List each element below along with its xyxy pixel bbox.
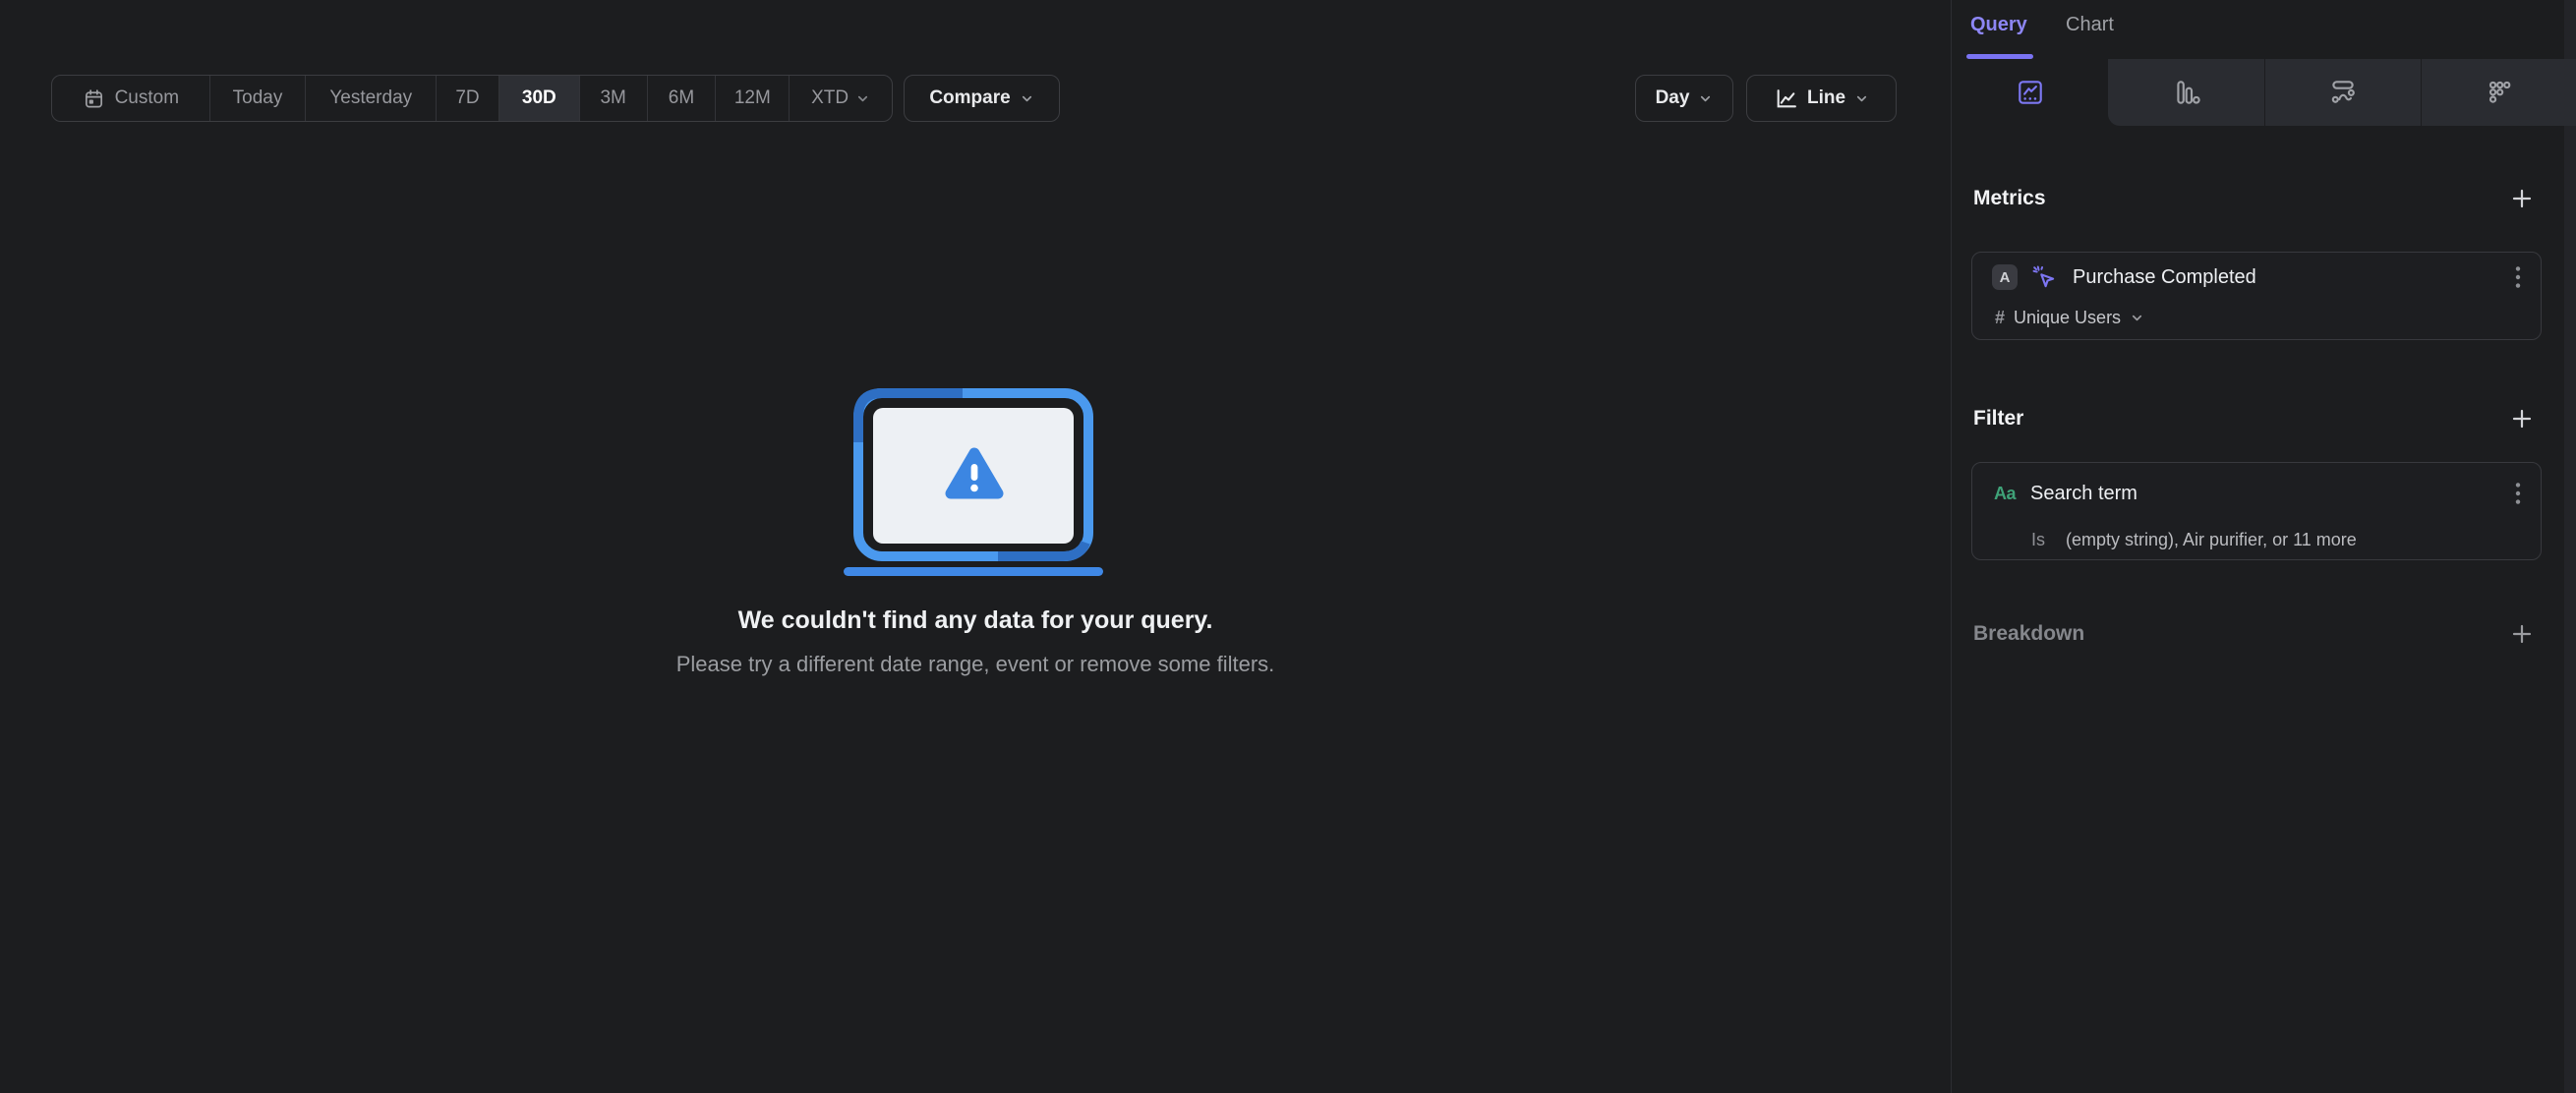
sidebar-tab-bar: Query Chart bbox=[1952, 0, 2576, 59]
insights-icon bbox=[2018, 81, 2042, 104]
filter-menu-button[interactable] bbox=[2505, 479, 2531, 508]
date-range-label: Custom bbox=[114, 87, 180, 108]
date-range-12m[interactable]: 12M bbox=[716, 76, 790, 121]
view-type-tabs bbox=[1952, 59, 2576, 126]
metrics-heading: Metrics bbox=[1973, 187, 2046, 209]
date-range-label: Yesterday bbox=[329, 87, 413, 108]
plus-icon bbox=[2512, 409, 2532, 429]
granularity-label: Day bbox=[1655, 87, 1690, 108]
chevron-down-icon bbox=[858, 95, 868, 101]
hash-icon: # bbox=[1995, 307, 2006, 327]
calendar-icon bbox=[85, 88, 102, 108]
tab-chart[interactable]: Chart bbox=[2066, 14, 2114, 36]
metric-letter-badge: A bbox=[1992, 264, 2018, 290]
tab-query[interactable]: Query bbox=[1970, 14, 2027, 36]
sidebar-scrollbar[interactable] bbox=[2564, 0, 2576, 1093]
event-click-icon bbox=[2032, 265, 2055, 288]
add-breakdown-button[interactable] bbox=[2508, 620, 2536, 648]
empty-state-title: We couldn't find any data for your query… bbox=[737, 606, 1213, 634]
filter-row-property: Aa Search term bbox=[1994, 481, 2137, 506]
filter-values[interactable]: (empty string), Air purifier, or 11 more bbox=[2066, 530, 2357, 550]
filter-operator[interactable]: Is bbox=[2031, 530, 2045, 550]
empty-state-subtitle: Please try a different date range, event… bbox=[675, 652, 1275, 676]
kebab-icon bbox=[2515, 266, 2521, 288]
metric-menu-button[interactable] bbox=[2505, 262, 2531, 292]
date-range-custom[interactable]: Custom bbox=[52, 76, 210, 121]
chevron-down-icon bbox=[1022, 95, 1031, 101]
date-range-label: 30D bbox=[521, 87, 556, 108]
date-range-3m[interactable]: 3M bbox=[580, 76, 648, 121]
filter-row-condition[interactable]: Is (empty string), Air purifier, or 11 m… bbox=[2031, 528, 2357, 551]
filter-heading: Filter bbox=[1973, 407, 2024, 430]
plus-icon bbox=[2512, 624, 2532, 644]
chart-type-label: Line bbox=[1806, 87, 1846, 108]
chart-type-dropdown[interactable]: Line bbox=[1746, 75, 1897, 122]
date-range-30d-selected[interactable]: 30D bbox=[498, 76, 580, 121]
date-range-label: 6M bbox=[668, 87, 695, 108]
filter-property-name[interactable]: Search term bbox=[2030, 483, 2137, 505]
string-property-icon: Aa bbox=[1994, 483, 2017, 503]
date-range-7d[interactable]: 7D bbox=[437, 76, 499, 121]
kebab-icon bbox=[2515, 483, 2521, 504]
add-metric-button[interactable] bbox=[2508, 185, 2536, 212]
line-chart-icon bbox=[1777, 88, 1796, 107]
chevron-down-icon bbox=[1856, 95, 1867, 101]
compare-label: Compare bbox=[929, 87, 1011, 108]
metric-card[interactable]: A Purchase Completed # Unique Users bbox=[1971, 252, 2542, 340]
query-builder-sidebar: Query Chart Metrics A Purchase Completed… bbox=[1951, 0, 2576, 1093]
aggregation-dropdown[interactable]: Unique Users bbox=[2014, 308, 2121, 328]
plus-icon bbox=[2512, 189, 2532, 208]
date-range-label: 12M bbox=[733, 87, 771, 108]
breakdown-heading: Breakdown bbox=[1973, 622, 2085, 645]
date-range-yesterday[interactable]: Yesterday bbox=[306, 76, 438, 121]
date-range-label: XTD bbox=[811, 87, 849, 108]
date-range-label: 7D bbox=[455, 87, 480, 108]
date-range-label: 3M bbox=[600, 87, 626, 108]
metric-row-event: A Purchase Completed bbox=[1992, 262, 2256, 292]
app-window: Custom Today Yesterday 7D 30D 3M 6M 12M … bbox=[0, 0, 2576, 1093]
add-filter-button[interactable] bbox=[2508, 405, 2536, 432]
laptop-warning-icon bbox=[844, 388, 1103, 576]
date-range-xtd[interactable]: XTD bbox=[790, 76, 892, 121]
compare-button[interactable]: Compare bbox=[904, 75, 1060, 122]
view-tab-insights-active[interactable] bbox=[1952, 59, 2108, 126]
metric-event-name[interactable]: Purchase Completed bbox=[2073, 266, 2256, 289]
flows-icon bbox=[2331, 81, 2355, 103]
view-tab-retention[interactable] bbox=[2421, 59, 2576, 126]
metric-row-aggregation[interactable]: # Unique Users bbox=[1995, 306, 2144, 329]
view-tab-flows[interactable] bbox=[2264, 59, 2421, 126]
retention-icon bbox=[2488, 81, 2510, 103]
date-range-6m[interactable]: 6M bbox=[648, 76, 717, 121]
filter-card[interactable]: Aa Search term Is (empty string), Air pu… bbox=[1971, 462, 2542, 560]
view-tab-bar-chart[interactable] bbox=[2108, 59, 2264, 126]
date-range-label: Today bbox=[232, 87, 283, 108]
date-range-group: Custom Today Yesterday 7D 30D 3M 6M 12M … bbox=[51, 75, 893, 122]
date-range-today[interactable]: Today bbox=[210, 76, 307, 121]
granularity-dropdown[interactable]: Day bbox=[1635, 75, 1733, 122]
chevron-down-icon bbox=[2132, 315, 2142, 320]
bar-chart-icon bbox=[2176, 81, 2200, 104]
chevron-down-icon bbox=[1701, 95, 1711, 101]
